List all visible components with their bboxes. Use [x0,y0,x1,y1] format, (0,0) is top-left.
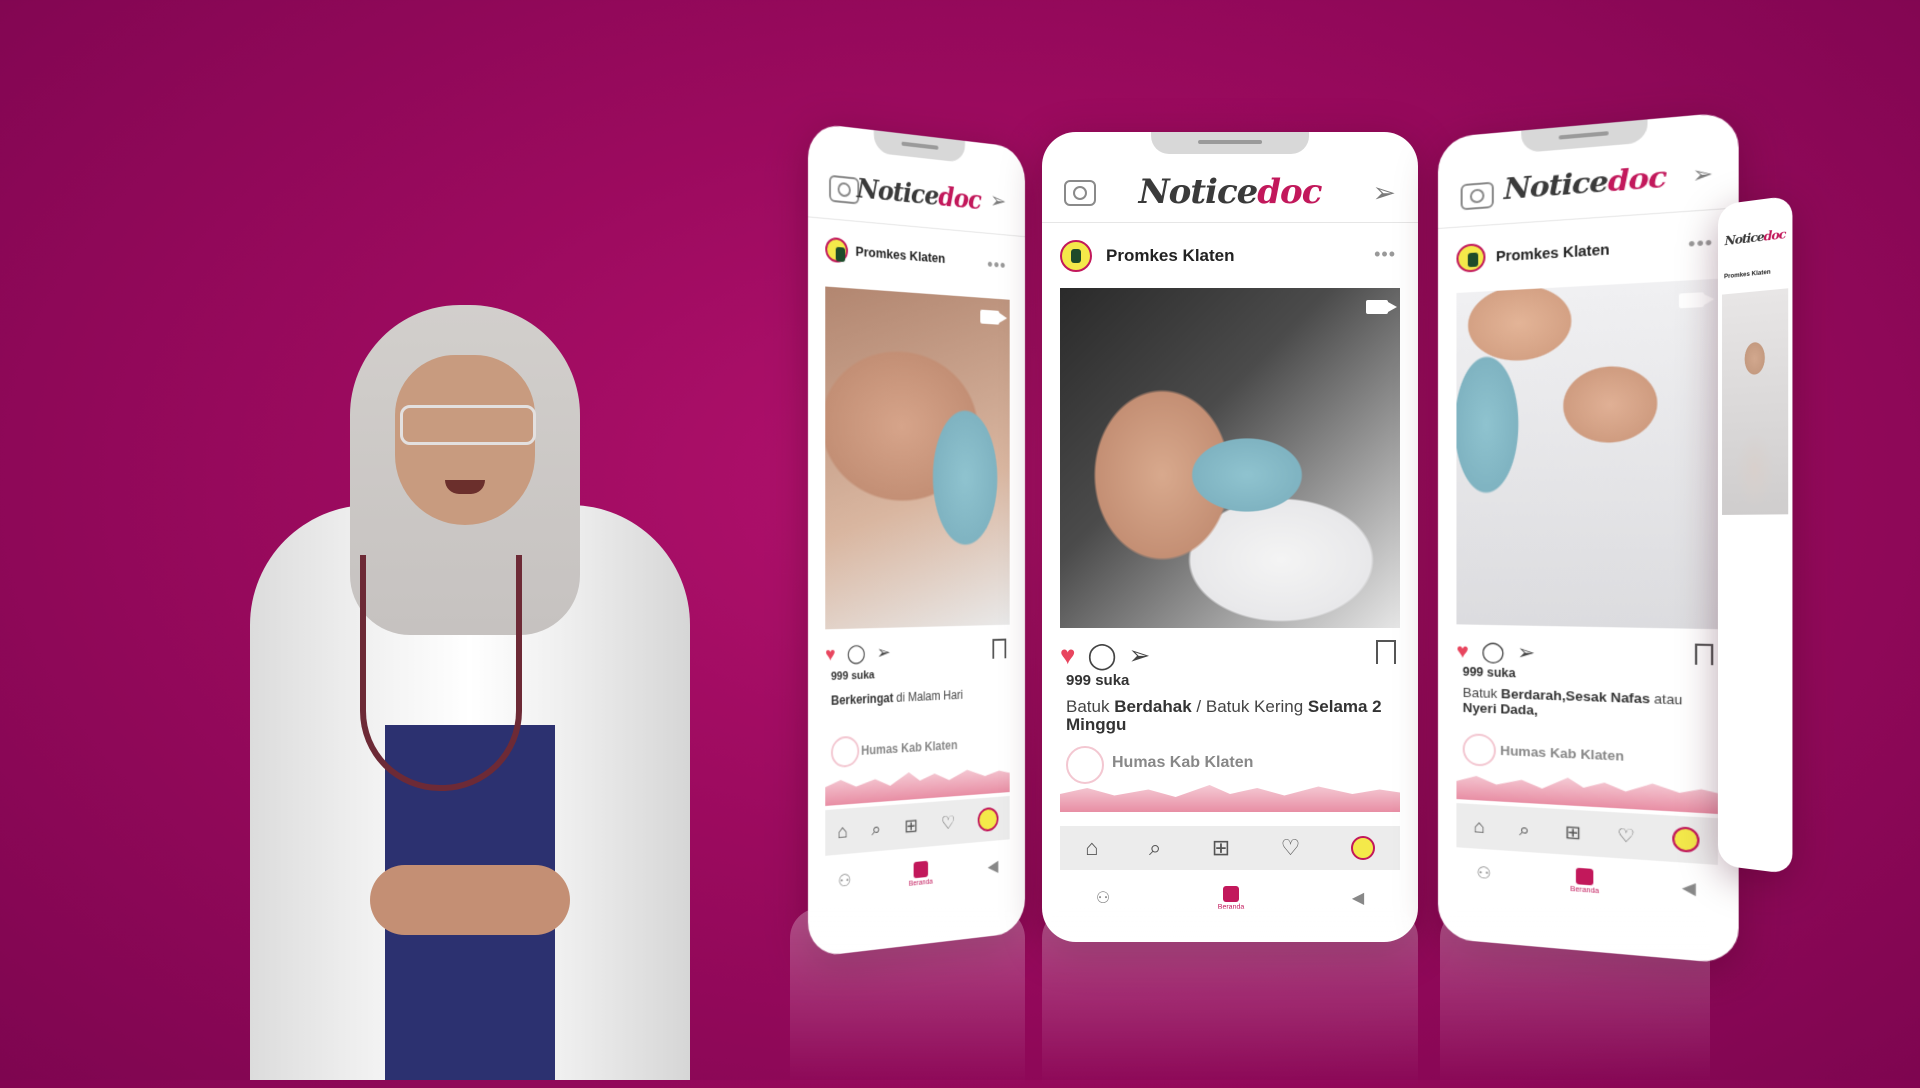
more-icon[interactable]: ••• [1688,232,1713,256]
post-image[interactable] [1060,288,1400,628]
back-icon[interactable]: ◀ [1352,888,1364,908]
post-image[interactable] [1456,279,1717,629]
post-image[interactable] [825,286,1009,629]
phone-left: Noticedoc ➢ Promkes Klaten ••• ♥ ◯ ➢ 999 s… [808,122,1025,957]
more-icon[interactable]: ••• [1374,244,1396,265]
more-icon[interactable]: ••• [987,255,1006,277]
footer-account: Humas Kab Klaten [1456,729,1717,814]
humas-avatar [831,735,859,768]
humas-name: Humas Kab Klaten [861,738,957,758]
user-icon[interactable]: ⚇ [838,870,852,892]
likes-count: 999 suka [831,669,875,683]
heart-icon[interactable]: ♥ [1060,640,1075,670]
humas-name: Humas Kab Klaten [1112,754,1253,772]
app-topbar: Noticedoc ➢ [808,154,1025,237]
heart-icon[interactable]: ♥ [1456,640,1468,662]
humas-avatar [1066,746,1104,784]
phone-notch [1151,132,1309,154]
beranda-tab[interactable]: Beranda [1570,867,1599,895]
home-icon[interactable]: ⌂ [1473,816,1484,838]
stage: Noticedoc ➢ Promkes Klaten ••• ♥ ◯ ➢ 999 s… [0,0,1920,1080]
search-icon[interactable]: ⌕ [1149,835,1161,861]
post-header: Promkes Klaten ••• [1456,226,1717,283]
post-actions: ♥ ◯ ➢ [1060,640,1400,670]
share-icon[interactable]: ➢ [877,642,891,663]
app-topbar: Noticedoc ➢ [1042,162,1418,223]
account-name: Promkes Klaten [1724,270,1771,281]
video-icon [980,310,999,325]
account-name[interactable]: Promkes Klaten [856,243,946,266]
add-icon[interactable]: ⊞ [1565,821,1581,844]
share-icon[interactable]: ➢ [1517,642,1535,665]
phone-center: Noticedoc ➢ Promkes Klaten ••• ♥ ◯ ➢ 999 s… [1042,132,1418,942]
bookmark-icon[interactable] [1695,644,1713,666]
beranda-tab[interactable]: Beranda [1218,886,1244,911]
send-icon[interactable]: ➢ [990,187,1006,214]
user-icon[interactable]: ⚇ [1096,888,1110,908]
video-icon [1679,292,1704,308]
bottom-nav: ⌂ ⌕ ⊞ ♡ [1060,826,1400,870]
comment-icon[interactable]: ◯ [1087,640,1116,670]
post-header: Promkes Klaten ••• [825,235,1009,290]
add-icon[interactable]: ⊞ [1212,835,1230,861]
bookmark-icon[interactable] [1376,640,1396,664]
heart-outline-icon[interactable]: ♡ [1617,824,1635,847]
send-icon[interactable]: ➢ [1692,160,1713,189]
search-icon[interactable]: ⌕ [872,818,881,840]
account-avatar[interactable] [1456,243,1485,273]
phone-far: Noticedoc Promkes Klaten [1718,195,1792,874]
post-caption: Berkeringat di Malam Hari [831,684,1005,710]
comment-icon[interactable]: ◯ [1481,641,1504,664]
share-icon[interactable]: ➢ [1129,640,1151,670]
humas-name: Humas Kab Klaten [1500,743,1624,764]
user-icon[interactable]: ⚇ [1476,863,1491,884]
send-icon[interactable]: ➢ [1373,176,1396,209]
stethoscope [360,555,522,791]
profile-icon[interactable] [1672,826,1699,853]
home-icon[interactable]: ⌂ [837,820,847,843]
glasses [400,405,536,445]
search-icon[interactable]: ⌕ [1519,818,1530,840]
likes-count: 999 suka [1066,672,1129,689]
post-image[interactable] [1722,288,1788,515]
beranda-tab[interactable]: Beranda [909,860,933,888]
skyline-graphic [1060,782,1400,812]
bookmark-icon[interactable] [992,639,1006,659]
heart-outline-icon[interactable]: ♡ [941,812,955,834]
comment-icon[interactable]: ◯ [847,643,866,664]
post-header: Promkes Klaten ••• [1060,238,1400,278]
likes-count: 999 suka [1463,665,1516,681]
footer-account: Humas Kab Klaten [1060,742,1400,812]
home-icon[interactable]: ⌂ [1085,835,1098,861]
app-topbar: Noticedoc ➢ [1438,143,1739,229]
reflection [790,908,1025,1088]
profile-icon[interactable] [1351,836,1375,860]
reflection [1440,908,1710,1088]
add-icon[interactable]: ⊞ [904,815,918,837]
presenter-figure [220,305,720,1080]
footer-account: Humas Kab Klaten [825,723,1009,806]
back-icon[interactable]: ◀ [988,856,999,877]
app-logo: Noticedoc [1718,226,1792,249]
heart-outline-icon[interactable]: ♡ [1281,835,1301,861]
post-caption: Batuk Berdahak / Batuk Kering Selama 2 M… [1066,698,1394,734]
post-caption: Batuk Berdarah,Sesak Nafas atau Nyeri Da… [1463,685,1711,725]
video-icon [1366,300,1388,314]
heart-icon[interactable]: ♥ [825,644,835,665]
hands [370,865,570,935]
account-avatar[interactable] [1060,240,1092,272]
account-name[interactable]: Promkes Klaten [1496,241,1610,264]
account-name[interactable]: Promkes Klaten [1106,246,1235,266]
back-icon[interactable]: ◀ [1682,877,1696,899]
phone-right: Noticedoc ➢ Promkes Klaten ••• ♥ ◯ ➢ 999 s… [1438,111,1739,964]
reflection [1042,908,1418,1088]
humas-avatar [1463,733,1496,767]
account-avatar[interactable] [825,237,848,264]
app-logo: Noticedoc [1042,172,1418,212]
profile-icon[interactable] [978,807,999,833]
phone-notch [1521,119,1647,153]
phone-notch [874,130,965,163]
